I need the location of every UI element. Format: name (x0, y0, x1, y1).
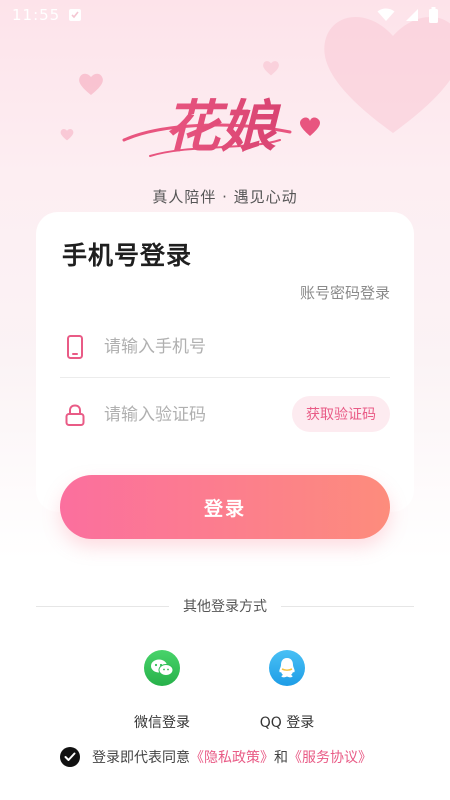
signal-icon (406, 9, 418, 21)
get-code-button[interactable]: 获取验证码 (292, 396, 390, 432)
wechat-icon (144, 650, 180, 686)
page-title: 手机号登录 (62, 241, 193, 270)
divider-line (36, 605, 169, 607)
wechat-login-label: 微信登录 (134, 715, 190, 731)
notification-icon (69, 9, 82, 21)
lock-icon (62, 402, 88, 428)
agreement-prefix: 登录即代表同意 (92, 750, 190, 766)
terms-of-service-link[interactable]: 《服务协议》 (288, 747, 372, 767)
logo-text: 花娘 (164, 95, 282, 160)
password-login-link[interactable]: 账号密码登录 (300, 282, 390, 303)
status-left: 11:55 (12, 6, 82, 24)
tagline: 真人陪伴 · 遇见心动 (152, 188, 298, 206)
qq-login-button[interactable]: QQ 登录 (242, 650, 332, 740)
phone-icon (62, 334, 88, 360)
phone-field (60, 316, 390, 378)
login-button[interactable]: 登录 (60, 475, 390, 539)
agreement-checkbox[interactable] (60, 747, 80, 767)
agreement-and: 和 (274, 750, 288, 766)
decorative-heart-icon (79, 73, 103, 95)
decorative-heart-icon (60, 128, 74, 141)
divider-line (281, 605, 414, 607)
qq-icon (269, 650, 305, 686)
privacy-policy-link[interactable]: 《隐私政策》 (190, 747, 274, 767)
agreement-row: 登录即代表同意 《隐私政策》 和 《服务协议》 (60, 746, 372, 768)
status-time: 11:55 (12, 6, 61, 24)
status-bar: 11:55 (0, 0, 450, 30)
qq-login-label: QQ 登录 (259, 715, 315, 731)
battery-icon (429, 7, 438, 23)
phone-input[interactable] (104, 316, 390, 377)
wifi-icon (377, 8, 395, 21)
wechat-login-button[interactable]: 微信登录 (117, 650, 207, 740)
code-field: 获取验证码 (60, 384, 390, 446)
checkmark-icon (64, 752, 76, 761)
divider-label: 其他登录方式 (183, 599, 267, 615)
other-methods-divider: 其他登录方式 (36, 596, 414, 616)
status-right (377, 7, 438, 23)
app-logo: 花娘 (122, 95, 320, 160)
